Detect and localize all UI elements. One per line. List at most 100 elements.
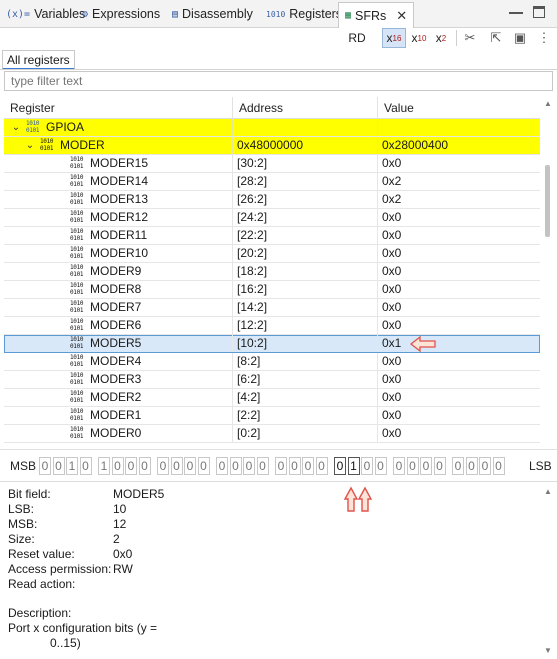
bit-cell[interactable]: 0 bbox=[420, 457, 432, 475]
table-row[interactable]: 1010 0101 MODER10 [20:2] 0x0 bbox=[4, 245, 540, 263]
bit-cell[interactable]: 0 bbox=[39, 457, 51, 475]
table-row[interactable]: 1010 0101 MODER8 [16:2] 0x0 bbox=[4, 281, 540, 299]
table-row[interactable]: 1010 0101 MODER3 [6:2] 0x0 bbox=[4, 371, 540, 389]
table-row[interactable]: 1010 0101 MODER6 [12:2] 0x0 bbox=[4, 317, 540, 335]
bit-cell[interactable]: 1 bbox=[66, 457, 78, 475]
tab-sfrs[interactable]: ▦ SFRs ✕ bbox=[338, 2, 415, 28]
reset-value: 0x0 bbox=[113, 547, 133, 561]
maximize-view-button[interactable] bbox=[533, 6, 545, 18]
value-cell[interactable]: 0x0 bbox=[378, 371, 540, 388]
chevron-down-icon[interactable]: ⌄ bbox=[24, 137, 36, 154]
decimal-format-button[interactable]: x 10 bbox=[408, 28, 430, 48]
table-row[interactable]: 1010 0101 MODER0 [0:2] 0x0 bbox=[4, 425, 540, 443]
bit-cell[interactable]: 0 bbox=[315, 457, 328, 475]
value-cell[interactable]: 0x0 bbox=[378, 299, 540, 316]
chevron-down-icon[interactable]: ⌄ bbox=[10, 119, 22, 136]
bit-cell[interactable]: 0 bbox=[275, 457, 287, 475]
value-cell[interactable]: 0x0 bbox=[378, 407, 540, 424]
bit-cell[interactable]: 0 bbox=[52, 457, 65, 475]
scrollbar-thumb[interactable] bbox=[545, 165, 550, 237]
value-cell[interactable]: 0x0 bbox=[378, 389, 540, 406]
table-row[interactable]: 1010 0101 MODER15 [30:2] 0x0 bbox=[4, 155, 540, 173]
register-cell: ⌄ 1010 0101 GPIOA bbox=[4, 119, 233, 136]
table-row[interactable]: 1010 0101 MODER1 [2:2] 0x0 bbox=[4, 407, 540, 425]
bit-cell[interactable]: 0 bbox=[393, 457, 405, 475]
value-cell[interactable]: 0x0 bbox=[378, 425, 540, 442]
bit-cell[interactable]: 0 bbox=[111, 457, 124, 475]
bit-cell[interactable]: 0 bbox=[302, 457, 314, 475]
details-scrollbar[interactable]: ▲ ▼ bbox=[541, 482, 555, 659]
table-row[interactable]: ⌄ 1010 0101 MODER 0x48000000 0x28000400 bbox=[4, 137, 540, 155]
bit-cell[interactable]: 0 bbox=[452, 457, 464, 475]
value-cell[interactable]: 0x0 bbox=[378, 317, 540, 334]
bit-cell[interactable]: 0 bbox=[184, 457, 196, 475]
table-row[interactable]: 1010 0101 MODER4 [8:2] 0x0 bbox=[4, 353, 540, 371]
bit-cell[interactable]: 0 bbox=[138, 457, 151, 475]
value-cell[interactable]: 0x0 bbox=[378, 209, 540, 226]
value-cell[interactable]: 0x0 bbox=[378, 155, 540, 172]
table-row[interactable]: 1010 0101 MODER2 [4:2] 0x0 bbox=[4, 389, 540, 407]
bit-cell[interactable]: 0 bbox=[243, 457, 255, 475]
bit-cell[interactable]: 0 bbox=[216, 457, 228, 475]
bitfield-icon: 1010 0101 bbox=[70, 156, 84, 170]
bit-cell[interactable]: 1 bbox=[98, 457, 110, 475]
column-header-address[interactable]: Address bbox=[233, 97, 378, 119]
table-row[interactable]: 1010 0101 MODER12 [24:2] 0x0 bbox=[4, 209, 540, 227]
tab-expressions[interactable]: ⚙ Expressions bbox=[82, 4, 160, 24]
column-header-register[interactable]: Register bbox=[4, 97, 233, 119]
value-cell[interactable]: 0x2 bbox=[378, 173, 540, 190]
bit-cell[interactable]: 0 bbox=[492, 457, 505, 475]
value-cell[interactable]: 0x0 bbox=[378, 263, 540, 280]
value-cell[interactable]: 0x2 bbox=[378, 191, 540, 208]
value-cell[interactable]: 0x0 bbox=[378, 353, 540, 370]
value-cell[interactable]: 0x0 bbox=[378, 245, 540, 262]
read-button[interactable]: RD bbox=[342, 28, 372, 48]
tab-all-registers[interactable]: All registers bbox=[2, 50, 75, 70]
bit-cell[interactable]: 0 bbox=[374, 457, 387, 475]
bit-cell[interactable]: 0 bbox=[479, 457, 491, 475]
bit-cell[interactable]: 0 bbox=[229, 457, 242, 475]
bit-cell[interactable]: 0 bbox=[197, 457, 210, 475]
tab-registers[interactable]: 1010 Registers bbox=[266, 4, 342, 24]
bit-cell[interactable]: 0 bbox=[406, 457, 419, 475]
value-cell[interactable]: 0x28000400 bbox=[378, 137, 540, 154]
view-menu-icon[interactable]: ⋮ bbox=[536, 30, 552, 46]
bit-cell[interactable]: 0 bbox=[361, 457, 373, 475]
save-icon[interactable]: ▣ bbox=[512, 30, 528, 46]
bit-cell[interactable]: 0 bbox=[125, 457, 137, 475]
value-cell[interactable]: 0x0 bbox=[378, 227, 540, 244]
bit-cell[interactable]: 0 bbox=[170, 457, 183, 475]
scroll-down-icon[interactable]: ▼ bbox=[544, 646, 552, 655]
table-row[interactable]: 1010 0101 MODER7 [14:2] 0x0 bbox=[4, 299, 540, 317]
table-row[interactable]: ⌄ 1010 0101 GPIOA bbox=[4, 119, 540, 137]
table-row[interactable]: 1010 0101 MODER14 [28:2] 0x2 bbox=[4, 173, 540, 191]
table-row[interactable]: 1010 0101 MODER13 [26:2] 0x2 bbox=[4, 191, 540, 209]
close-tab-icon[interactable]: ✕ bbox=[396, 8, 407, 24]
scroll-up-icon[interactable]: ▲ bbox=[544, 99, 552, 108]
hex-format-button[interactable]: x 16 bbox=[382, 28, 406, 48]
bit-cell[interactable]: 0 bbox=[334, 457, 346, 475]
wrench-icon[interactable]: ✂ bbox=[462, 30, 478, 46]
bit-cell[interactable]: 1 bbox=[347, 457, 360, 475]
tab-variables[interactable]: (x)= Variables bbox=[6, 4, 85, 24]
binary-format-button[interactable]: x2 bbox=[431, 28, 451, 48]
minimize-view-button[interactable] bbox=[509, 6, 523, 14]
column-header-value[interactable]: Value bbox=[378, 97, 540, 119]
tab-disassembly[interactable]: ▤ Disassembly bbox=[172, 4, 253, 24]
table-row[interactable]: 1010 0101 MODER11 [22:2] 0x0 bbox=[4, 227, 540, 245]
table-row[interactable]: 1010 0101 MODER5 [10:2] 0x1 bbox=[4, 335, 540, 353]
bit-cell[interactable]: 0 bbox=[465, 457, 478, 475]
scroll-up-icon[interactable]: ▲ bbox=[544, 487, 552, 496]
value-cell[interactable]: 0x0 bbox=[378, 281, 540, 298]
bit-cell[interactable]: 0 bbox=[256, 457, 269, 475]
bit-cell[interactable]: 0 bbox=[79, 457, 92, 475]
value-cell[interactable]: 0x1 bbox=[378, 335, 540, 352]
bit-cell[interactable]: 0 bbox=[157, 457, 169, 475]
bit-cell[interactable]: 0 bbox=[433, 457, 446, 475]
value-cell[interactable] bbox=[378, 119, 540, 136]
bit-cell[interactable]: 0 bbox=[288, 457, 301, 475]
table-scrollbar[interactable]: ▲ bbox=[541, 97, 555, 444]
filter-input[interactable] bbox=[4, 71, 553, 91]
export-icon[interactable]: ⇱ bbox=[488, 30, 504, 46]
table-row[interactable]: 1010 0101 MODER9 [18:2] 0x0 bbox=[4, 263, 540, 281]
